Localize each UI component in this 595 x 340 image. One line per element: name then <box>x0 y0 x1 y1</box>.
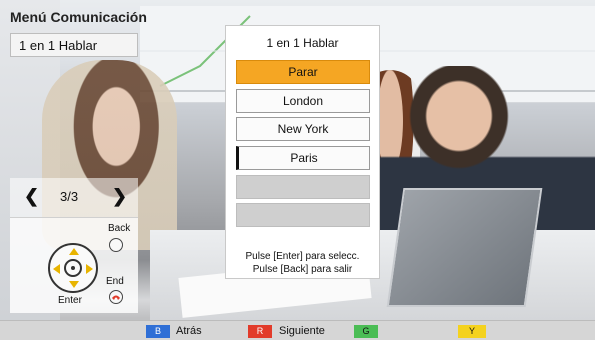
end-call-icon <box>109 290 123 304</box>
arrow-up-icon <box>69 248 79 255</box>
red-key-button[interactable]: R <box>248 325 272 338</box>
mode-label: 1 en 1 Hablar <box>19 38 98 53</box>
green-key-button[interactable]: G <box>354 325 378 338</box>
help-enter: Pulse [Enter] para selecc. <box>245 251 360 262</box>
remote-control-guide: Back Enter End <box>10 217 138 313</box>
end-label: End <box>106 276 124 287</box>
arrow-right-icon <box>86 264 93 274</box>
option-paris[interactable]: Paris <box>236 146 370 170</box>
color-key-bar: B Atrás R Siguiente G Y <box>0 320 595 340</box>
back-button-icon <box>109 238 123 252</box>
arrow-left-icon <box>53 264 60 274</box>
arrow-down-icon <box>69 281 79 288</box>
background-laptop <box>386 188 543 307</box>
call-menu-dialog: 1 en 1 Hablar Parar London New York Pari… <box>225 25 380 279</box>
blue-key-button[interactable]: B <box>146 325 170 338</box>
option-london[interactable]: London <box>236 89 370 113</box>
menu-title: Menú Comunicación <box>10 9 147 25</box>
help-back: Pulse [Back] para salir <box>252 264 353 275</box>
red-key-label: Siguiente <box>279 325 325 337</box>
yellow-key-button[interactable]: Y <box>458 325 486 338</box>
page-count: 3/3 <box>60 189 79 204</box>
dpad-icon <box>48 243 98 293</box>
option-empty-2 <box>236 203 370 227</box>
enter-label: Enter <box>58 295 82 306</box>
option-empty-1 <box>236 175 370 199</box>
mode-label-bar: 1 en 1 Hablar <box>10 33 138 57</box>
option-new-york[interactable]: New York <box>236 117 370 141</box>
chevron-right-icon[interactable]: ❯ <box>112 186 127 207</box>
option-stop[interactable]: Parar <box>236 60 370 84</box>
chevron-left-icon[interactable]: ❮ <box>24 186 39 207</box>
enter-center-icon <box>64 259 82 277</box>
page-navigator: ❮ 3/3 ❯ <box>10 178 138 218</box>
dialog-title: 1 en 1 Hablar <box>266 36 339 50</box>
back-label: Back <box>108 223 131 234</box>
blue-key-label: Atrás <box>176 325 202 337</box>
dialog-help: Pulse [Enter] para selecc. Pulse [Back] … <box>226 250 379 276</box>
